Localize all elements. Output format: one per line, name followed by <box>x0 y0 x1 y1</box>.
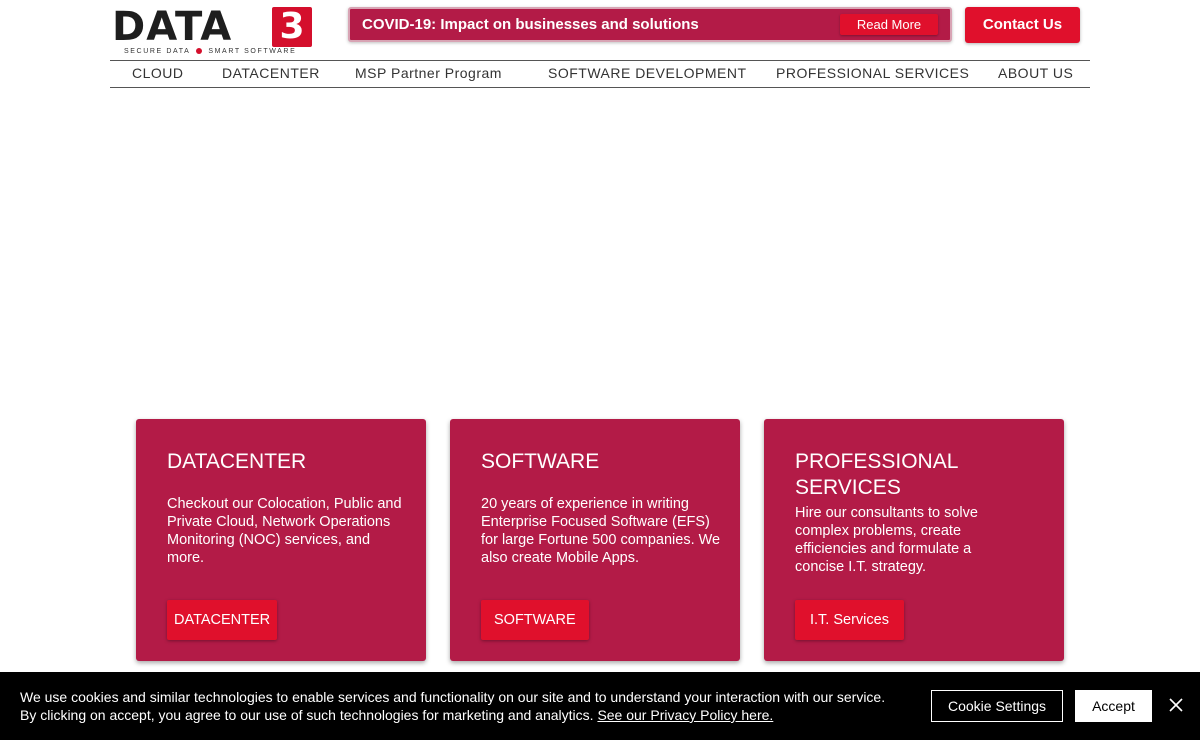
card-title: DATACENTER <box>167 450 307 473</box>
card-description: Hire our consultants to solve complex pr… <box>795 505 978 575</box>
logo-tagline-right: SMART SOFTWARE <box>208 48 297 55</box>
cookie-message: We use cookies and similar technologies … <box>20 688 885 724</box>
card-description: 20 years of experience in writing Enterp… <box>481 496 721 566</box>
card-title: PROFESSIONAL SERVICES <box>795 450 958 499</box>
nav-item-about-us[interactable]: ABOUT US <box>998 61 1073 86</box>
main-nav: CLOUD DATACENTER MSP Partner Program SOF… <box>110 60 1090 88</box>
contact-us-button[interactable]: Contact Us <box>965 7 1080 43</box>
software-button[interactable]: SOFTWARE <box>481 600 589 640</box>
logo-tagline-left: SECURE DATA <box>124 48 191 55</box>
accept-button[interactable]: Accept <box>1075 690 1152 722</box>
cookie-message-line2-text: By clicking on accept, you agree to our … <box>20 707 594 723</box>
cookie-banner: We use cookies and similar technologies … <box>0 672 1200 740</box>
cookie-message-line1: We use cookies and similar technologies … <box>20 689 886 705</box>
software-card: SOFTWARE 20 years of experience in writi… <box>450 419 740 661</box>
logo-word: DATA <box>112 4 233 50</box>
nav-item-msp-partner-program[interactable]: MSP Partner Program <box>355 61 502 86</box>
covid-banner-text: COVID-19: Impact on businesses and solut… <box>362 16 699 33</box>
card-description: Checkout our Colocation, Public and Priv… <box>167 496 402 566</box>
nav-item-professional-services[interactable]: PROFESSIONAL SERVICES <box>776 61 969 86</box>
datacenter-button[interactable]: DATACENTER <box>167 600 278 640</box>
nav-item-cloud[interactable]: CLOUD <box>132 61 184 86</box>
covid-banner: COVID-19: Impact on businesses and solut… <box>348 7 952 42</box>
close-icon[interactable] <box>1167 696 1185 714</box>
data3-logo[interactable]: DATA 3 SECURE DATA SMART SOFTWARE <box>112 6 314 58</box>
privacy-policy-link[interactable]: See our Privacy Policy here. <box>597 707 773 723</box>
professional-services-card: PROFESSIONAL SERVICES Hire our consultan… <box>764 419 1064 661</box>
page: DATA 3 SECURE DATA SMART SOFTWARE COVID-1… <box>0 0 1200 740</box>
datacenter-card: DATACENTER Checkout our Colocation, Publ… <box>136 419 426 661</box>
card-title: SOFTWARE <box>481 450 600 473</box>
it-services-button[interactable]: I.T. Services <box>795 600 904 640</box>
nav-item-datacenter[interactable]: DATACENTER <box>222 61 320 86</box>
read-more-button[interactable]: Read More <box>840 14 938 35</box>
cookie-settings-button[interactable]: Cookie Settings <box>931 690 1063 722</box>
cookie-message-line2: By clicking on accept, you agree to our … <box>20 706 885 724</box>
logo-tagline: SECURE DATA SMART SOFTWARE <box>124 48 296 55</box>
tagline-dot-icon <box>196 48 203 55</box>
logo-digit: 3 <box>272 7 312 47</box>
nav-item-software-development[interactable]: SOFTWARE DEVELOPMENT <box>548 61 747 86</box>
